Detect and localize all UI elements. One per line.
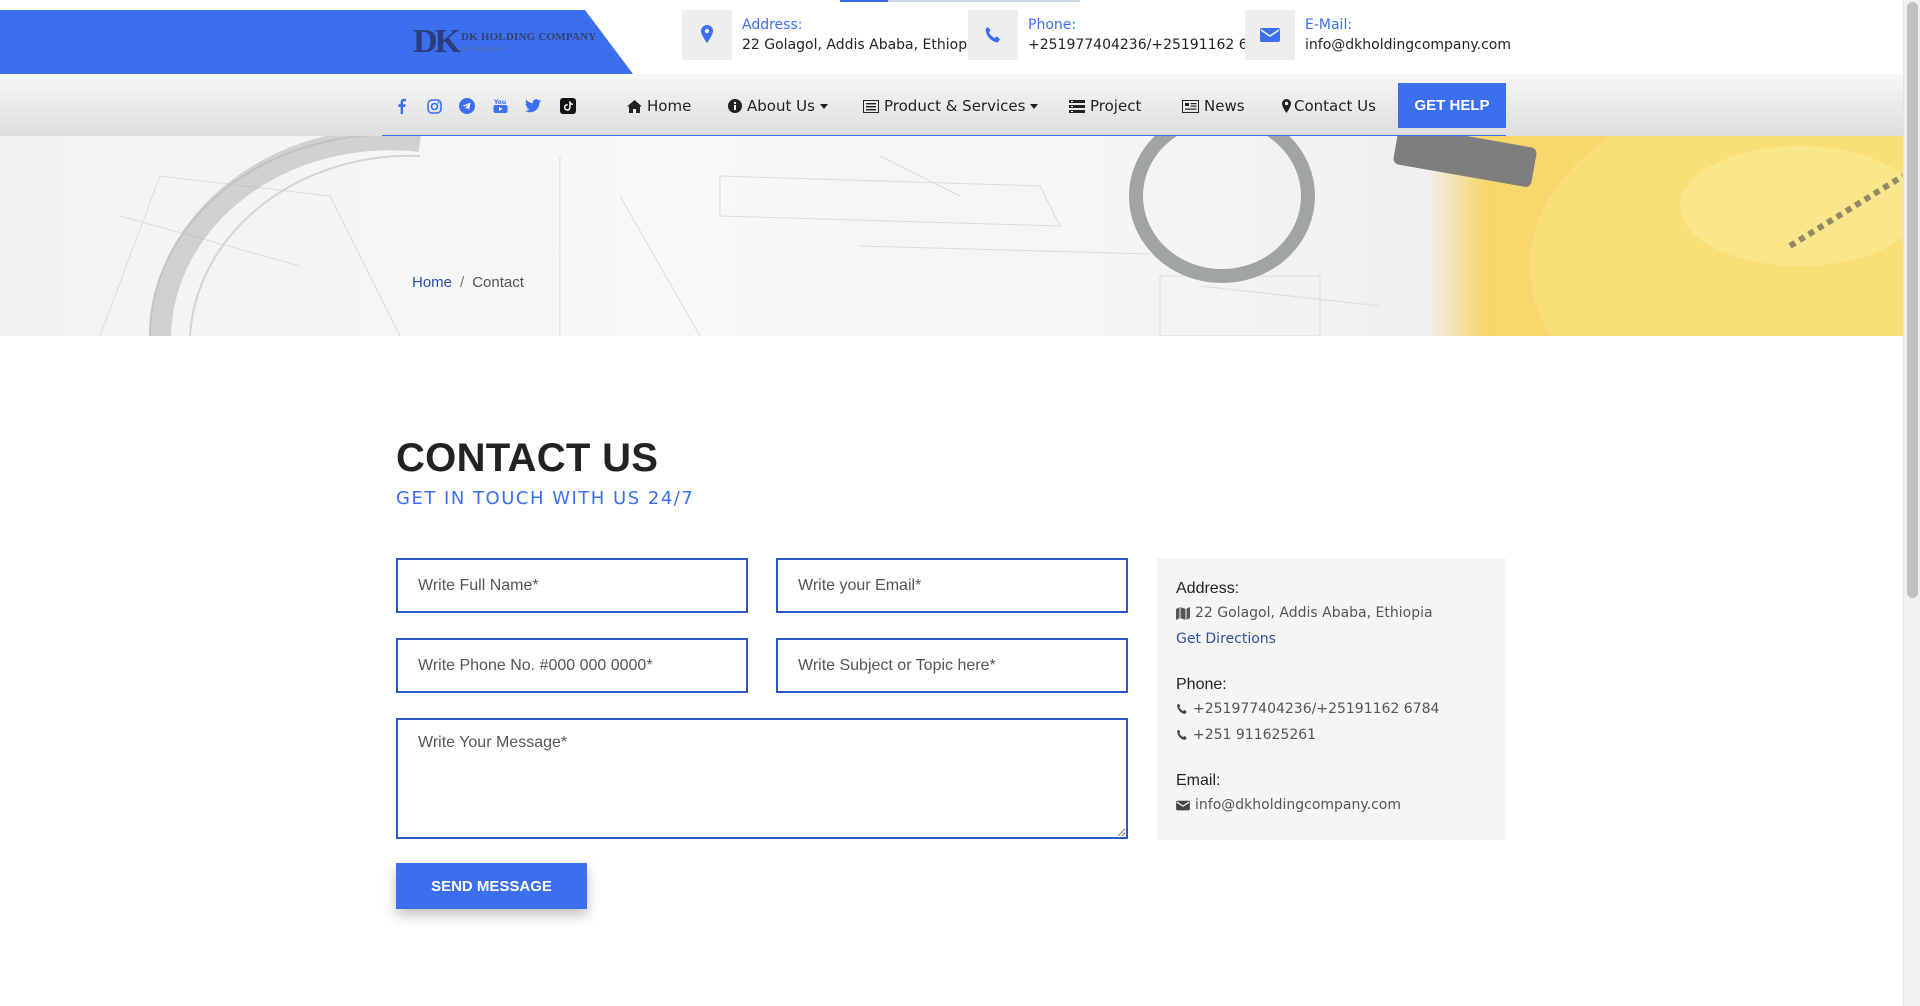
info-email-heading: Email:	[1176, 772, 1221, 789]
phone-icon	[1176, 729, 1188, 741]
nav-news[interactable]: News	[1181, 96, 1245, 116]
phone-icon	[968, 10, 1018, 60]
info-address-heading: Address:	[1176, 580, 1240, 597]
info-phone-1: +251977404236/+25191162 6784	[1193, 701, 1440, 717]
page-hero-banner	[0, 136, 1903, 336]
header-address: Address: 22 Golagol, Addis Ababa, Ethiop…	[682, 10, 980, 60]
svg-text:You: You	[493, 99, 506, 106]
info-phone-heading: Phone:	[1176, 676, 1227, 693]
phone-label: Phone:	[1028, 16, 1077, 33]
message-textarea[interactable]	[398, 720, 1126, 837]
map-icon	[1176, 606, 1190, 620]
newspaper-icon	[1181, 99, 1199, 113]
header-email: E-Mail: info@dkholdingcompany.com	[1245, 10, 1511, 60]
send-message-button[interactable]: SEND MESSAGE	[396, 863, 587, 909]
facebook-icon[interactable]	[393, 98, 409, 114]
nav-contact-label: Contact Us	[1294, 97, 1376, 115]
message-field	[396, 718, 1128, 839]
phone-value: +251977404236/+25191162 6784	[1028, 36, 1275, 53]
phone-field	[396, 638, 748, 693]
info-phone-line-1: +251977404236/+25191162 6784	[1176, 701, 1439, 717]
page-loading-bar	[840, 0, 1080, 2]
full-name-field	[396, 558, 748, 613]
envelope-icon	[1176, 800, 1190, 811]
twitter-icon[interactable]	[525, 98, 541, 114]
instagram-icon[interactable]	[426, 98, 442, 114]
nav-home[interactable]: Home	[627, 96, 691, 116]
logo-tagline: Be always first	[461, 45, 503, 53]
nav-about[interactable]: About Us	[728, 96, 828, 116]
nav-home-label: Home	[647, 97, 692, 115]
header-phone: Phone: +251977404236/+25191162 6784	[968, 10, 1274, 60]
get-help-button[interactable]: GET HELP	[1398, 83, 1506, 128]
nav-news-label: News	[1204, 97, 1245, 115]
page-subtitle: GET IN TOUCH WITH US 24/7	[396, 488, 695, 509]
phone-input[interactable]	[398, 640, 746, 691]
address-label: Address:	[742, 16, 803, 33]
info-circle-icon	[728, 99, 742, 113]
nav-products[interactable]: Product & Services	[863, 96, 1039, 116]
page-scrollbar[interactable]	[1903, 0, 1920, 1006]
info-address-text: 22 Golagol, Addis Ababa, Ethiopia	[1195, 605, 1433, 621]
get-directions-link[interactable]: Get Directions	[1176, 631, 1276, 647]
info-phone-2: +251 911625261	[1193, 727, 1317, 743]
social-links: You	[393, 96, 576, 116]
breadcrumb-separator: /	[460, 274, 465, 291]
envelope-icon	[1245, 10, 1295, 60]
company-logo[interactable]: DK DK HOLDING COMPANY Be always first	[413, 21, 596, 63]
nav-products-label: Product & Services	[884, 97, 1026, 115]
info-phone-line-2: +251 911625261	[1176, 727, 1316, 743]
nav-project[interactable]: Project	[1069, 96, 1141, 116]
telegram-icon[interactable]	[459, 98, 475, 114]
info-address-line: 22 Golagol, Addis Ababa, Ethiopia	[1176, 605, 1433, 621]
tiktok-icon[interactable]	[560, 98, 576, 114]
nav-about-label: About Us	[747, 97, 815, 115]
home-icon	[627, 99, 642, 113]
breadcrumb-current: Contact	[472, 274, 524, 291]
youtube-icon[interactable]: You	[492, 98, 508, 114]
scrollbar-thumb[interactable]	[1907, 2, 1918, 598]
email-label: E-Mail:	[1305, 16, 1353, 33]
email-field	[776, 558, 1128, 613]
tasks-icon	[1069, 99, 1085, 113]
nav-project-label: Project	[1090, 97, 1142, 115]
info-email-text[interactable]: info@dkholdingcompany.com	[1195, 797, 1401, 813]
map-marker-icon	[1282, 99, 1291, 113]
email-value[interactable]: info@dkholdingcompany.com	[1305, 35, 1511, 55]
subject-input[interactable]	[778, 640, 1126, 691]
breadcrumb: Home / Contact	[412, 274, 524, 291]
breadcrumb-home-link[interactable]: Home	[412, 274, 452, 291]
info-email-line: info@dkholdingcompany.com	[1176, 797, 1401, 813]
list-alt-icon	[863, 99, 879, 113]
logo-name: DK HOLDING COMPANY	[461, 31, 597, 43]
page-title: CONTACT US	[396, 436, 659, 480]
subject-field	[776, 638, 1128, 693]
chevron-down-icon	[1030, 103, 1039, 109]
full-name-input[interactable]	[398, 560, 746, 611]
contact-info-panel: Address: 22 Golagol, Addis Ababa, Ethiop…	[1157, 558, 1506, 840]
nav-contact[interactable]: Contact Us	[1282, 96, 1376, 116]
address-value: 22 Golagol, Addis Ababa, Ethiopia	[742, 36, 980, 53]
email-input[interactable]	[778, 560, 1126, 611]
chevron-down-icon	[819, 103, 828, 109]
blueprint-background	[0, 136, 1903, 336]
phone-icon	[1176, 703, 1188, 715]
logo-mark: DK	[413, 23, 461, 60]
map-pin-icon	[682, 10, 732, 60]
